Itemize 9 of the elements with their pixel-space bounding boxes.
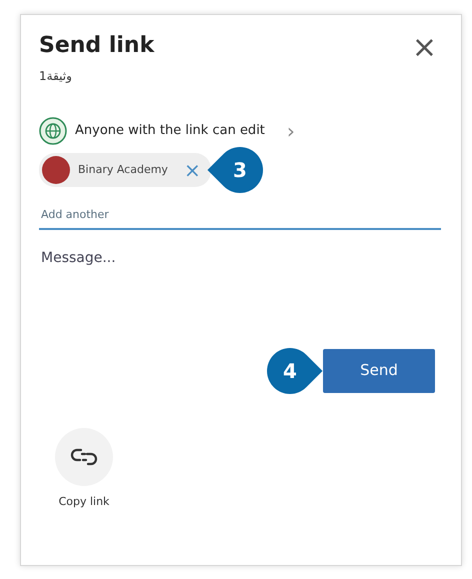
recipient-chip[interactable]: Binary Academy × xyxy=(39,153,211,187)
send-button[interactable]: Send xyxy=(323,348,435,392)
globe-icon xyxy=(39,117,67,145)
dialog-title: Send link xyxy=(39,33,154,60)
close-button[interactable]: × xyxy=(408,33,441,63)
chevron-button[interactable]: › xyxy=(272,121,295,141)
recipient-name: Binary Academy xyxy=(78,162,168,178)
copy-link-label: Copy link xyxy=(58,494,110,510)
document-name: وثيقة1 xyxy=(39,69,72,83)
